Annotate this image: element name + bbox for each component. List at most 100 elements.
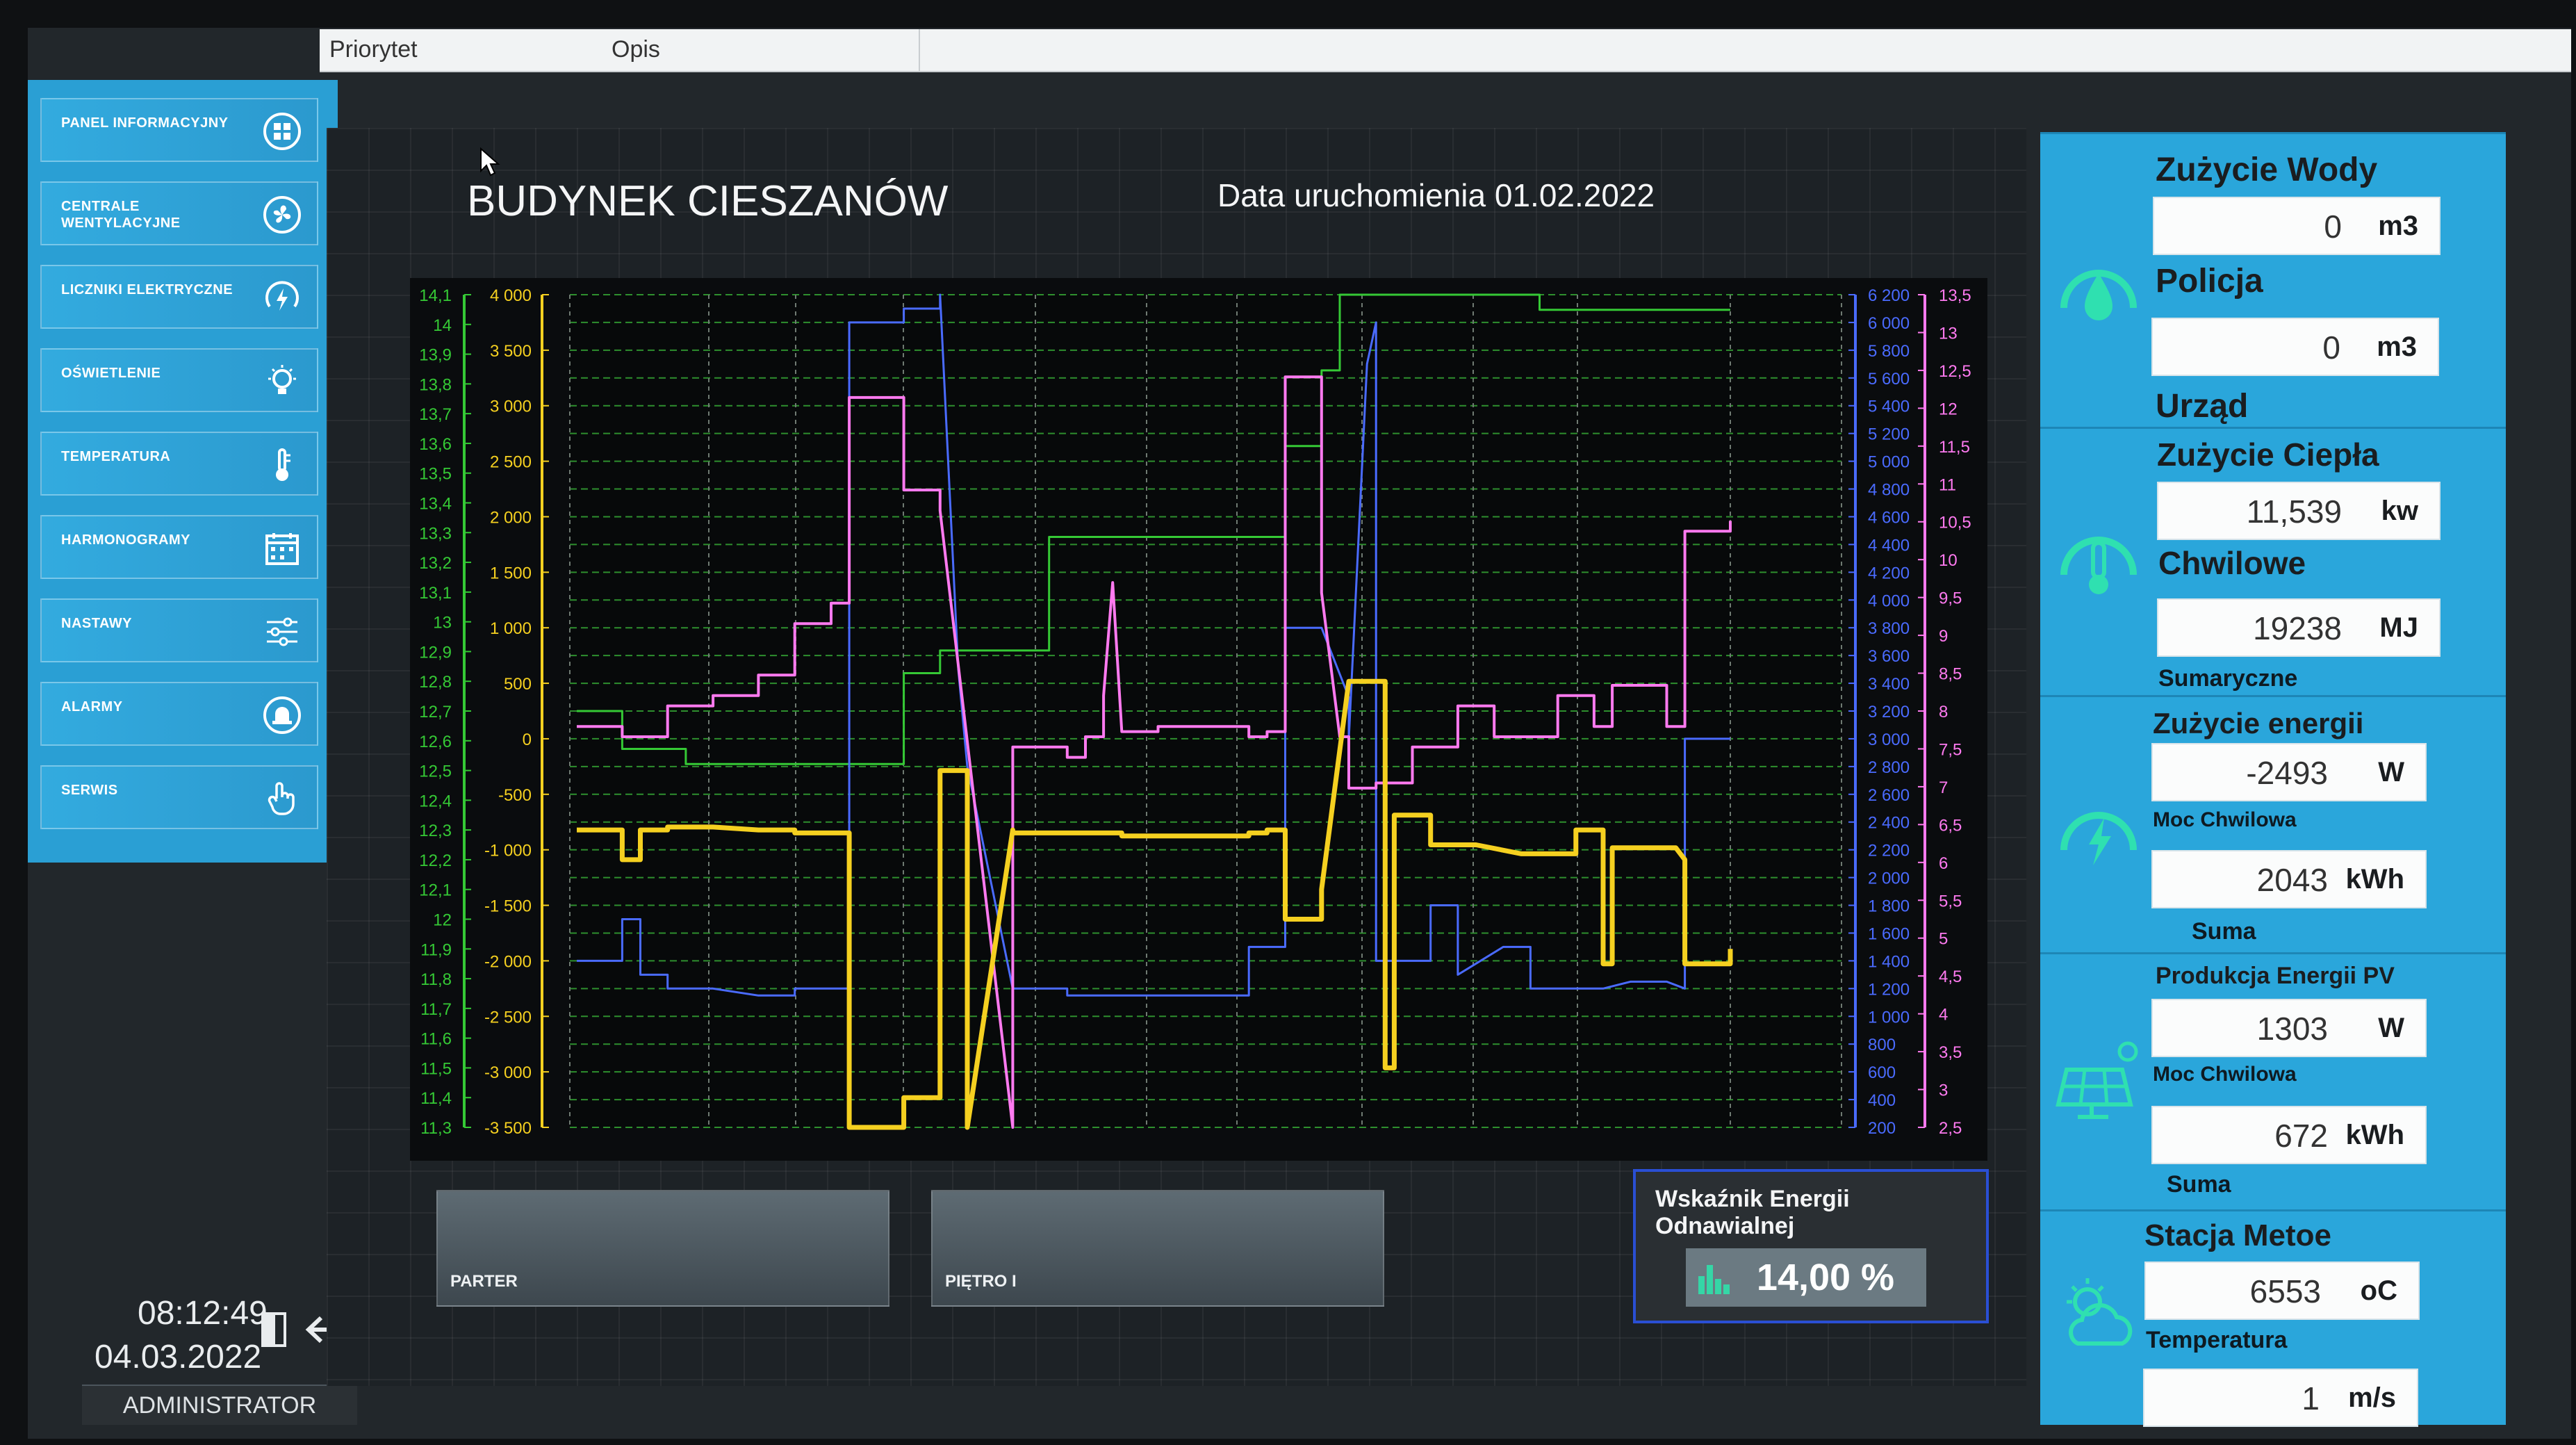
- door-icon[interactable]: [261, 1312, 286, 1347]
- axis-tick-label-right_far: 12: [1939, 400, 1958, 418]
- meteo-section: Stacja Metoe 6553 oC Temperatura 1 m/s: [2040, 1209, 2506, 1427]
- axis-tick-label-right: 3 600: [1868, 647, 1910, 666]
- axis-tick-label-left_far: 13,5: [419, 465, 452, 484]
- clock-date: 04.03.2022: [95, 1339, 262, 1375]
- axis-tick-label-right: 2 000: [1868, 870, 1910, 888]
- axis-tick-label-left: -2 000: [484, 952, 532, 971]
- axis-tick-label-right: 6 000: [1868, 314, 1910, 333]
- trend-chart: 14,1 14 13,9 13,8 13,7 13,6 13,5 13,4 13,3 13,2 13…: [410, 278, 1987, 1161]
- bulb-icon: [268, 365, 296, 394]
- axis-tick-label-left_far: 11,3: [420, 1119, 452, 1138]
- dashboard-icon: [263, 113, 301, 150]
- axis-tick-label-left: -1 000: [484, 842, 532, 860]
- axis-tick-label-left_far: 11,7: [420, 1000, 452, 1019]
- axis-tick-label-left: 2 000: [490, 508, 532, 527]
- energy-bolt-icon: [2060, 812, 2137, 865]
- alarm-header-bar: Priorytet Opis: [320, 29, 2571, 72]
- sidebar-item-label: CENTRALE WENTYLACYJNE: [61, 199, 181, 231]
- floor-tile-first[interactable]: PIĘTRO I: [931, 1190, 1384, 1307]
- axis-tick-label-right: 4 200: [1868, 564, 1910, 582]
- axis-tick-label-left: 1 000: [490, 619, 532, 638]
- axis-tick-label-right: 3 000: [1868, 730, 1910, 749]
- sidebar-item-alarms[interactable]: ALARMY: [40, 682, 318, 746]
- axis-tick-label-left_far: 12,1: [419, 881, 452, 900]
- axis-tick-label-left: -2 500: [484, 1008, 532, 1027]
- column-header-description[interactable]: Opis: [612, 36, 660, 63]
- axis-tick-label-left_far: 12,9: [419, 643, 452, 662]
- water-title: Zużycie Wody: [2156, 152, 2378, 188]
- axis-tick-label-left_far: 12,3: [419, 822, 452, 840]
- axis-tick-label-right_far: 2,5: [1939, 1119, 1962, 1138]
- floor-tile-ground[interactable]: PARTER: [436, 1190, 889, 1307]
- axis-tick-label-right_far: 4,5: [1939, 968, 1962, 986]
- axis-tick-label-left_far: 12,4: [419, 792, 452, 810]
- axis-tick-label-right_far: 13: [1939, 324, 1958, 343]
- axis-tick-label-left_far: 11,4: [420, 1089, 452, 1108]
- axis-tick-label-right_far: 8: [1939, 703, 1948, 721]
- axis-tick-label-right: 1 400: [1868, 952, 1910, 971]
- axis-tick-label-right: 5 400: [1868, 398, 1910, 416]
- sidebar-item-settings[interactable]: NASTAWY: [40, 598, 318, 662]
- axis-tick-label-left: 1 500: [490, 564, 532, 582]
- axis-tick-label-right: 6 200: [1868, 286, 1910, 305]
- axis-tick-label-right_far: 5: [1939, 930, 1948, 949]
- meteo-value2: 1: [2302, 1380, 2320, 1417]
- fan-icon: [263, 196, 301, 234]
- sidebar-item-electric-meters[interactable]: LICZNIKI ELEKTRYCZNE: [40, 265, 318, 329]
- renewable-value-box: 14,00 %: [1686, 1248, 1926, 1307]
- axis-tick-label-left_far: 11,6: [420, 1030, 452, 1049]
- mouse-cursor-icon: [480, 147, 500, 177]
- axis-tick-label-right_far: 7: [1939, 778, 1948, 797]
- axis-tick-label-right_far: 10: [1939, 551, 1958, 570]
- axis-tick-label-right: 400: [1868, 1091, 1896, 1110]
- alarm-icon: [263, 696, 301, 734]
- axis-tick-label-left: 0: [523, 730, 532, 749]
- axis-tick-label-right: 2 600: [1868, 786, 1910, 805]
- water-section: Zużycie Wody 0 m3 Policja 0 m3 Urząd: [2040, 132, 2506, 427]
- axis-tick-label-left_far: 13,9: [419, 346, 452, 365]
- sidebar-item-ventilation[interactable]: CENTRALE WENTYLACYJNE: [40, 181, 318, 245]
- sidebar-item-schedules[interactable]: HARMONOGRAMY: [40, 515, 318, 579]
- sidebar-item-label: NASTAWY: [61, 616, 133, 631]
- water-value1: 0: [2324, 209, 2342, 245]
- sliders-icon: [267, 617, 297, 646]
- pv-label-instant: Moc Chwilowa: [2153, 1063, 2297, 1086]
- water-label-police: Policja: [2156, 263, 2263, 300]
- axis-tick-label-right: 5 800: [1868, 342, 1910, 361]
- heat-title: Zużycie Ciepła: [2157, 436, 2379, 473]
- axis-tick-label-right: 800: [1868, 1036, 1896, 1054]
- axis-tick-label-left_far: 12,6: [419, 733, 452, 751]
- pv-value2-field: 672 kWh: [2151, 1106, 2427, 1164]
- axis-tick-label-left_far: 13,8: [419, 375, 452, 394]
- column-header-priority[interactable]: Priorytet: [329, 36, 418, 63]
- heat-label-total: Sumaryczne: [2158, 665, 2298, 692]
- axis-tick-label-right_far: 5,5: [1939, 892, 1962, 911]
- heat-section: Zużycie Ciepła 11,539 kw Chwilowe 19238 …: [2040, 427, 2506, 695]
- axis-tick-label-left_far: 12,2: [419, 851, 452, 870]
- heat-value2: 19238: [2253, 610, 2342, 646]
- axis-tick-label-right: 2 400: [1868, 814, 1910, 833]
- axis-tick-label-right: 1 000: [1868, 1008, 1910, 1027]
- meteo-value1-field: 6553 oC: [2144, 1262, 2420, 1320]
- sidebar-item-lighting[interactable]: OŚWIETLENIE: [40, 348, 318, 412]
- axis-tick-label-left: 3 000: [490, 398, 532, 416]
- axis-tick-label-left: -500: [498, 786, 532, 805]
- axis-tick-label-right_far: 3: [1939, 1081, 1948, 1100]
- energy-value2: 2043: [2256, 862, 2328, 898]
- sidebar-item-service[interactable]: SERWIS: [40, 765, 318, 829]
- column-divider[interactable]: [919, 29, 920, 71]
- renewable-energy-indicator: Wskaźnik Energii Odnawialnej 14,00 %: [1633, 1169, 1989, 1323]
- axis-tick-label-left_far: 13: [433, 614, 452, 632]
- water-drop-icon: [2060, 270, 2137, 320]
- sidebar-item-temperature[interactable]: TEMPERATURA: [40, 432, 318, 496]
- user-name[interactable]: ADMINISTRATOR: [82, 1385, 357, 1425]
- sidebar-item-label: TEMPERATURA: [61, 449, 171, 464]
- axis-tick-label-right: 3 400: [1868, 675, 1910, 694]
- heat-label-instant: Chwilowe: [2158, 545, 2306, 581]
- axis-tick-label-left: 3 500: [490, 342, 532, 361]
- axis-tick-label-right_far: 7,5: [1939, 740, 1962, 759]
- axis-tick-label-right: 2 800: [1868, 758, 1910, 777]
- axis-tick-label-right: 5 000: [1868, 453, 1910, 472]
- bar-chart-icon: [1698, 1265, 1730, 1294]
- sidebar-item-info-panel[interactable]: PANEL INFORMACYJNY: [40, 98, 318, 162]
